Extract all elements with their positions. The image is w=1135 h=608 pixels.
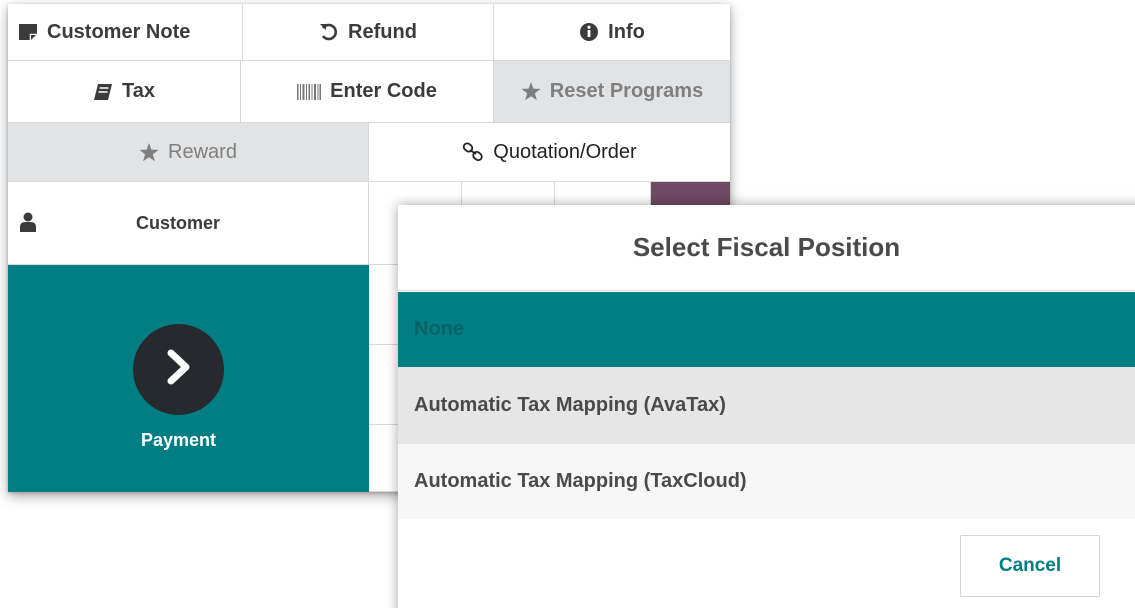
note-icon [18, 23, 38, 41]
fiscal-position-option-taxcloud[interactable]: Automatic Tax Mapping (TaxCloud) [398, 444, 1135, 520]
option-label: Automatic Tax Mapping (TaxCloud) [414, 470, 747, 492]
info-label: Info [608, 20, 645, 43]
reset-programs-button[interactable]: Reset Programs [494, 61, 730, 123]
payment-label: Payment [140, 430, 217, 450]
book-icon [93, 83, 113, 101]
star-icon [139, 142, 159, 162]
customer-label: Customer [135, 212, 220, 233]
info-circle-icon [579, 22, 599, 42]
dialog-footer: Cancel [398, 519, 1135, 608]
customer-note-button[interactable]: Customer Note [8, 4, 243, 61]
payment-button[interactable]: Payment [8, 265, 369, 492]
reward-button[interactable]: Reward [8, 123, 369, 182]
cancel-button[interactable]: Cancel [960, 535, 1100, 597]
fiscal-position-option-avatax[interactable]: Automatic Tax Mapping (AvaTax) [398, 368, 1135, 444]
customer-button[interactable]: Customer [8, 182, 369, 265]
fiscal-position-dialog: Select Fiscal Position None Automatic Ta… [398, 205, 1135, 608]
fiscal-position-option-none[interactable]: None [398, 292, 1135, 368]
chevron-right-icon [164, 349, 194, 390]
enter-code-label: Enter Code [330, 80, 437, 102]
reward-label: Reward [168, 140, 237, 163]
quotation-order-button[interactable]: Quotation/Order [369, 123, 730, 182]
tax-label: Tax [122, 80, 155, 102]
undo-icon [319, 22, 339, 42]
dialog-title: Select Fiscal Position [398, 205, 1135, 291]
tax-button[interactable]: Tax [8, 61, 241, 123]
star-icon [521, 82, 541, 101]
barcode-icon [297, 83, 322, 100]
screen: Customer Note Refund Info Tax Enter Code… [0, 0, 1135, 608]
refund-button[interactable]: Refund [243, 4, 494, 61]
quotation-order-label: Quotation/Order [493, 140, 637, 163]
reset-programs-label: Reset Programs [549, 80, 704, 102]
customer-note-label: Customer Note [47, 20, 191, 43]
info-button[interactable]: Info [494, 4, 730, 61]
option-label: Automatic Tax Mapping (AvaTax) [414, 394, 726, 416]
option-label: None [414, 318, 464, 340]
enter-code-button[interactable]: Enter Code [241, 61, 494, 123]
link-icon [462, 142, 484, 162]
refund-label: Refund [348, 20, 417, 43]
payment-circle [133, 324, 224, 415]
